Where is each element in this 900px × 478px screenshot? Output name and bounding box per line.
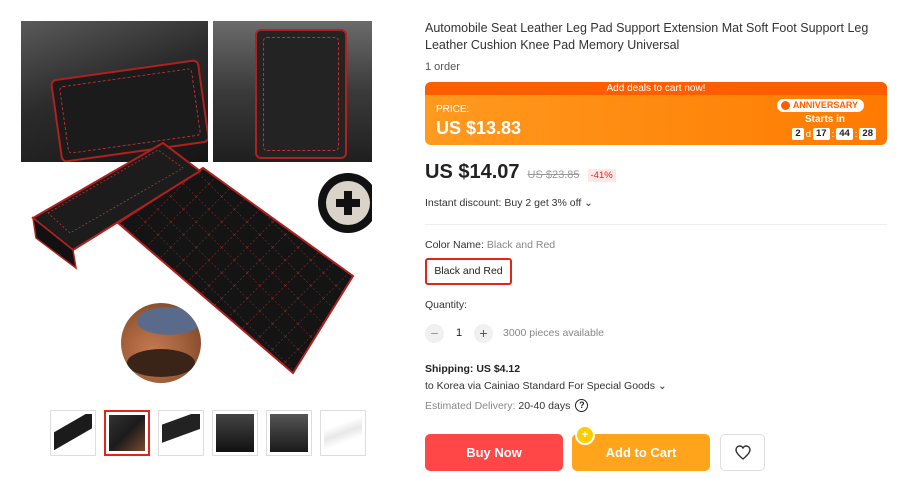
promo-price-label: PRICE: <box>436 104 470 115</box>
discount-badge: -41% <box>587 169 616 182</box>
anniversary-badge: ANNIVERSARY <box>776 99 864 112</box>
shipping-cost: Shipping: US $4.12 <box>425 363 520 375</box>
starts-in-label: Starts in <box>804 114 845 125</box>
current-price: US $14.07 <box>425 161 520 183</box>
delivery-label: Estimated Delivery: <box>425 399 519 412</box>
estimated-delivery: Estimated Delivery: 20-40 days ? <box>425 399 589 412</box>
thumbnail-strip <box>50 410 366 458</box>
thumbnail-2[interactable] <box>104 410 150 456</box>
countdown-separator: : <box>854 128 858 140</box>
quantity-value[interactable]: 1 <box>454 327 464 339</box>
thumbnail-4[interactable] <box>212 410 258 456</box>
countdown-seconds: 28 <box>859 128 876 140</box>
promo-banner[interactable]: Add deals to cart now! PRICE: US $13.83 … <box>425 82 887 145</box>
price-row: US $14.07 US $23.85 -41% <box>425 161 616 184</box>
thumbnail-3[interactable] <box>158 410 204 456</box>
section-divider <box>425 224 887 225</box>
countdown-hours: 17 <box>812 128 830 140</box>
mounting-clip-detail <box>318 173 372 233</box>
promo-banner-text: Add deals to cart now! <box>425 82 887 95</box>
order-count: 1 order <box>425 61 460 73</box>
quantity-increase-button[interactable]: + <box>474 323 493 343</box>
anniversary-logo-icon <box>780 101 790 110</box>
color-label: Color Name: Black and Red <box>425 239 555 251</box>
anniversary-badge-label: ANNIVERSARY <box>792 100 858 110</box>
original-price: US $23.85 <box>527 169 580 181</box>
quantity-decrease-button[interactable]: − <box>425 323 444 343</box>
quantity-stepper: − 1 + 3000 pieces available <box>425 323 604 343</box>
countdown-timer: 2 d 17 : 44 : 28 <box>792 128 876 140</box>
buy-now-button[interactable]: Buy Now <box>425 434 563 471</box>
countdown-minutes: 44 <box>836 128 853 140</box>
cart-plus-badge-icon: + <box>575 425 595 445</box>
product-main-image[interactable] <box>18 18 372 390</box>
thumbnail-6[interactable] <box>320 410 366 456</box>
product-title: Automobile Seat Leather Leg Pad Support … <box>425 21 869 52</box>
instant-discount-dropdown[interactable]: Instant discount: Buy 2 get 3% off ⌄ <box>425 197 593 209</box>
knee-support-detail <box>121 303 201 383</box>
thumbnail-1[interactable] <box>50 410 96 456</box>
countdown-days-unit: d <box>805 128 811 140</box>
delivery-days: 20-40 days <box>518 399 571 412</box>
thumbnail-5[interactable] <box>266 410 312 456</box>
wishlist-button[interactable] <box>720 434 765 471</box>
product-details: Automobile Seat Leather Leg Pad Support … <box>425 20 887 73</box>
help-icon[interactable]: ? <box>575 399 589 412</box>
color-selected-value: Black and Red <box>486 239 556 251</box>
shipping-cost-text: Shipping: US $4.12 <box>425 363 521 375</box>
color-label-text: Color Name: <box>425 239 487 251</box>
quantity-label: Quantity: <box>425 299 468 311</box>
shipping-route-dropdown[interactable]: to Korea via Cainiao Standard For Specia… <box>425 380 667 392</box>
stock-available: 3000 pieces available <box>503 327 604 339</box>
color-option-black-and-red[interactable]: Black and Red <box>425 258 512 285</box>
countdown-separator: : <box>831 128 835 140</box>
heart-icon <box>734 445 751 460</box>
promo-price: US $13.83 <box>436 118 522 138</box>
countdown-days: 2 <box>792 128 804 140</box>
